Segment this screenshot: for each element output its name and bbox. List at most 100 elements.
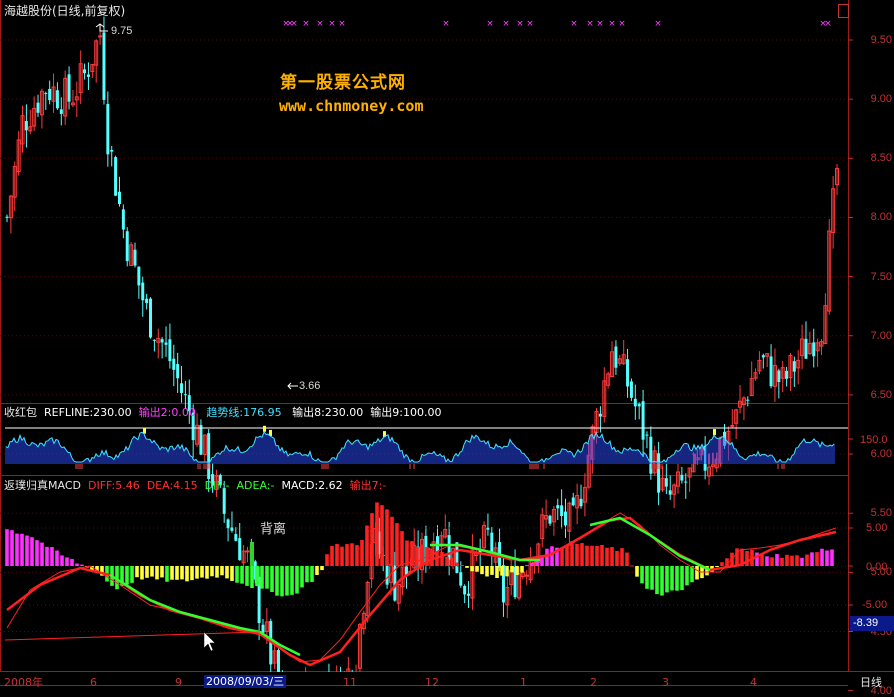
candle-body	[261, 624, 265, 633]
candle-body	[746, 399, 750, 401]
signal-marker: ×	[596, 19, 604, 29]
macd-bar	[155, 566, 159, 580]
cursor-date-label: 2008/09/03/三	[204, 675, 287, 688]
candle-body	[684, 481, 688, 483]
candle-body	[761, 355, 765, 358]
candle-body	[668, 490, 672, 495]
macd-bar	[170, 566, 174, 580]
macd-bar	[300, 566, 304, 588]
macd-bar	[380, 505, 384, 566]
macd-tick-0: 0.00	[866, 561, 888, 573]
main-grid	[0, 39, 853, 691]
time-label-4: 4	[750, 676, 757, 689]
out2-value: 输出2:0.00	[138, 406, 196, 419]
candle-body	[777, 370, 781, 383]
candle-body	[137, 266, 141, 286]
price-tick: 9.00	[870, 93, 892, 106]
macd-bar	[150, 566, 154, 577]
macd-bar	[720, 562, 724, 566]
price-tick: 9.50	[870, 34, 892, 46]
macd-bar	[530, 562, 534, 566]
time-label-year: 2008年	[4, 676, 43, 689]
macd-bar	[695, 566, 699, 580]
candle-body	[152, 339, 156, 341]
candle-body	[641, 401, 645, 440]
macd-name: 返璞归真MACD	[4, 479, 81, 492]
macd-bar	[660, 566, 664, 596]
candle-body	[455, 542, 459, 573]
macd-bar	[830, 549, 834, 566]
macd-bar	[185, 566, 189, 582]
macd-bar	[75, 563, 79, 566]
macd-bar	[620, 548, 624, 566]
macd-bar	[525, 565, 529, 567]
macd-bar	[610, 547, 614, 566]
candle-body	[102, 32, 106, 100]
macd-tick-neg5: -5.00	[862, 599, 888, 611]
watermark-url[interactable]: www.chnmoney.com	[279, 97, 424, 115]
candle-body	[168, 339, 172, 362]
macd-bar	[795, 555, 799, 566]
period-button[interactable]: 日线	[860, 676, 882, 689]
candle-body	[172, 358, 176, 370]
macd-bar	[515, 566, 519, 575]
window-corner-icon[interactable]	[838, 4, 849, 18]
chart-canvas[interactable]: ××× × × × × × × × × × × × × × × × ××	[0, 0, 894, 691]
macd-bar	[335, 543, 339, 566]
macd-legend: 返璞归真MACD DIFF:5.46 DEA:4.15 DIF:- ADEA:-…	[4, 479, 386, 492]
macd-bar	[810, 552, 814, 566]
macd-bar	[205, 566, 209, 579]
divergence-annotation: 背离	[260, 521, 287, 536]
macd-bar	[60, 555, 64, 566]
macd-bar	[595, 546, 599, 566]
out9-value: 输出9:100.00	[370, 406, 442, 419]
candle-body	[125, 231, 129, 262]
candle-body	[83, 69, 87, 74]
candle-body	[564, 511, 568, 526]
macd-bar	[775, 553, 779, 566]
macd-bar	[325, 554, 329, 566]
macd-bar	[575, 543, 579, 566]
macd-bar	[645, 566, 649, 589]
macd-bar	[245, 566, 249, 586]
macd-bar	[640, 566, 644, 584]
timeline-bar	[0, 672, 848, 691]
macd-bar	[215, 566, 219, 578]
watermark-title: 第一股票公式网	[280, 73, 406, 93]
macd-bar	[520, 566, 524, 573]
indicator-name: 收红包	[4, 406, 37, 419]
macd-bar	[135, 566, 139, 578]
macd-bar	[800, 557, 804, 566]
candle-body	[24, 121, 28, 131]
candle-body	[657, 453, 661, 493]
dea-value: DEA:4.15	[146, 479, 198, 492]
cursor-value-readout: -8.39	[850, 616, 894, 631]
macd-bar	[200, 566, 204, 578]
macd-bar	[480, 566, 484, 575]
candle-body	[664, 478, 668, 487]
macd-bar	[440, 551, 444, 566]
macd-bar	[680, 566, 684, 591]
dif-value: DIF:-	[204, 479, 230, 492]
candle-body	[55, 90, 59, 109]
macd-bar	[770, 557, 774, 566]
price-tick: 8.50	[870, 152, 892, 165]
candle-body	[645, 434, 649, 436]
macd-bar	[495, 566, 499, 579]
macd-bar	[385, 509, 389, 566]
indicator-legend: 收红包 REFLINE:230.00 输出2:0.00 趋势线:176.95 输…	[4, 406, 441, 419]
macd-bar	[785, 554, 789, 566]
macd-bar	[510, 566, 514, 573]
candle-body	[730, 424, 735, 427]
candle-body	[785, 370, 789, 379]
macd-bar	[255, 566, 259, 587]
macd-bar	[315, 566, 319, 575]
macd-bar	[15, 533, 19, 566]
macd-bar	[50, 547, 54, 566]
candle-body	[598, 413, 602, 417]
macd-bar	[590, 545, 594, 566]
macd-bar	[65, 557, 69, 566]
time-label-11: 11	[343, 676, 357, 689]
candle-body	[5, 216, 9, 218]
macd-bar	[605, 547, 609, 566]
